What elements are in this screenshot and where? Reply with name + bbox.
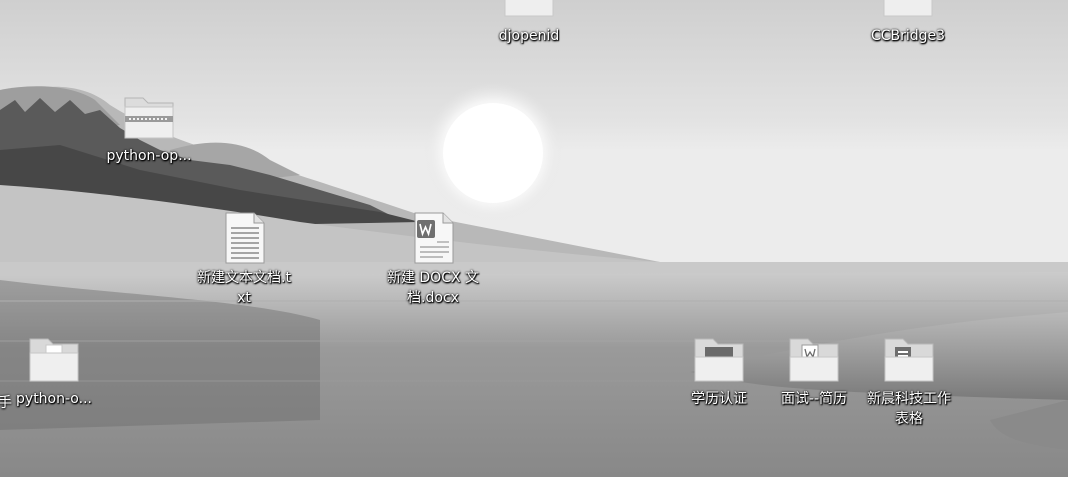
zip-archive-icon [124,97,174,139]
icon-djopenid[interactable]: djopenid [481,0,577,46]
icon-label: 新晨科技工作表格 [867,391,951,427]
folder-icon [883,0,933,17]
icon-ccbridge3[interactable]: CCBridge3 [860,0,956,46]
folder-icon [789,338,839,382]
icon-label: djopenid [498,28,560,44]
icon-interview-resume-folder[interactable]: 面试--简历 [766,337,862,409]
icon-label: 新建 DOCX 文档.docx [386,270,480,306]
icon-label: CCBridge3 [870,28,946,44]
icon-label: 新建文本文档.txt [197,270,291,306]
folder-icon [29,338,79,382]
icon-python-op-zip[interactable]: python-op... [101,94,197,166]
icon-label: 学历认证 [691,391,747,407]
icon-education-cert-folder[interactable]: 学历认证 [671,337,767,409]
word-document-icon [414,212,454,264]
text-file-icon [225,212,265,264]
icon-label: python-op... [106,148,192,164]
icon-python-o-folder[interactable]: python-o... [6,337,102,409]
icon-new-text-file[interactable]: 新建文本文档.txt [196,212,292,308]
icon-label: python-o... [16,391,92,407]
icon-new-docx-file[interactable]: 新建 DOCX 文档.docx [385,212,481,308]
folder-icon [504,0,554,17]
folder-icon [694,338,744,382]
icon-xinchen-tech-folder[interactable]: 新晨科技工作表格 [861,337,957,429]
folder-icon [884,338,934,382]
icon-label: 面试--简历 [780,391,848,407]
desktop[interactable]: djopenid CCBridge3 python-op... 新建文本文档.t… [0,0,1068,477]
